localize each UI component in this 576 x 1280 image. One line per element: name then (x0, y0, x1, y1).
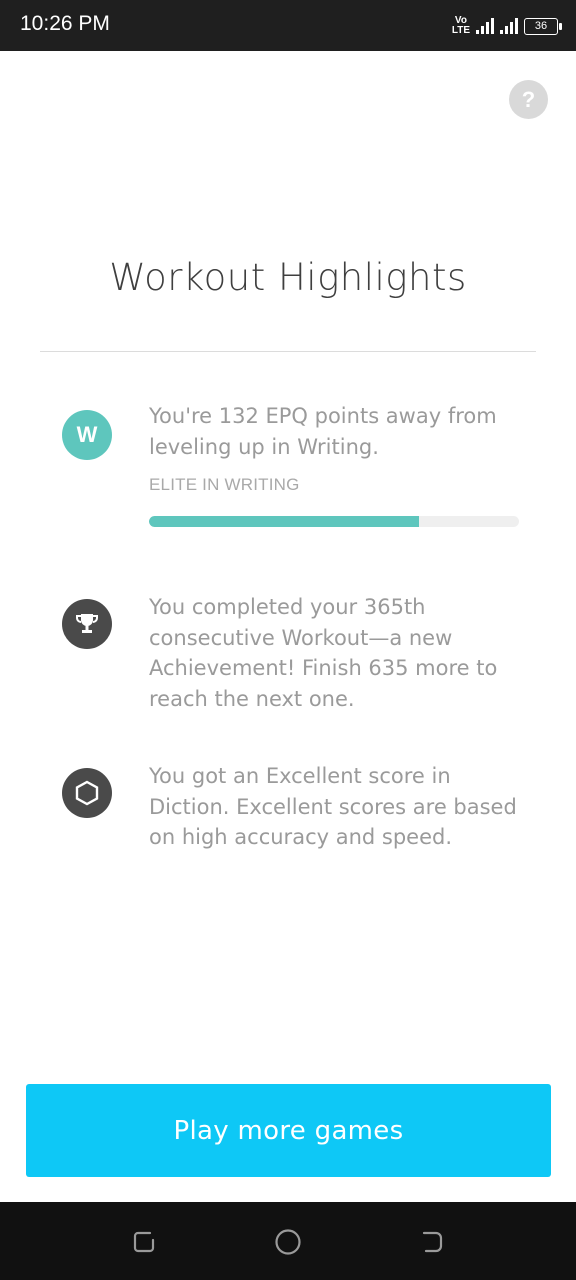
page-title: Workout Highlights (109, 256, 467, 299)
writing-badge-icon: W (62, 410, 112, 460)
battery-level: 36 (534, 19, 548, 32)
status-icons: Vo LTE 36 (451, 13, 562, 39)
volte-icon: Vo LTE (451, 15, 470, 36)
play-button-label: Play more games (173, 1115, 404, 1146)
highlight-text: You're 132 EPQ points away from leveling… (149, 404, 497, 459)
recent-apps-icon[interactable] (130, 1228, 158, 1256)
highlight-text: You got an Excellent score in Diction. E… (149, 764, 517, 849)
navigation-bar (0, 1202, 576, 1280)
back-icon[interactable] (418, 1228, 446, 1256)
battery-icon: 36 (524, 17, 562, 35)
signal-icon (476, 18, 494, 34)
play-more-games-button[interactable]: Play more games (26, 1084, 551, 1177)
hexagon-icon (62, 768, 112, 818)
status-time: 10:26 PM (20, 12, 110, 35)
level-progress-bar (149, 516, 519, 527)
highlight-text: You completed your 365th consecutive Wor… (149, 595, 498, 711)
trophy-icon (62, 599, 112, 649)
home-icon[interactable] (274, 1228, 302, 1256)
title-divider (40, 351, 536, 352)
level-label: ELITE IN WRITING (149, 475, 300, 494)
help-button[interactable]: ? (509, 80, 548, 119)
question-icon: ? (521, 86, 536, 112)
signal-icon-2 (500, 18, 518, 34)
level-progress-fill (149, 516, 420, 527)
status-bar: 10:26 PM Vo LTE 36 (0, 0, 576, 51)
